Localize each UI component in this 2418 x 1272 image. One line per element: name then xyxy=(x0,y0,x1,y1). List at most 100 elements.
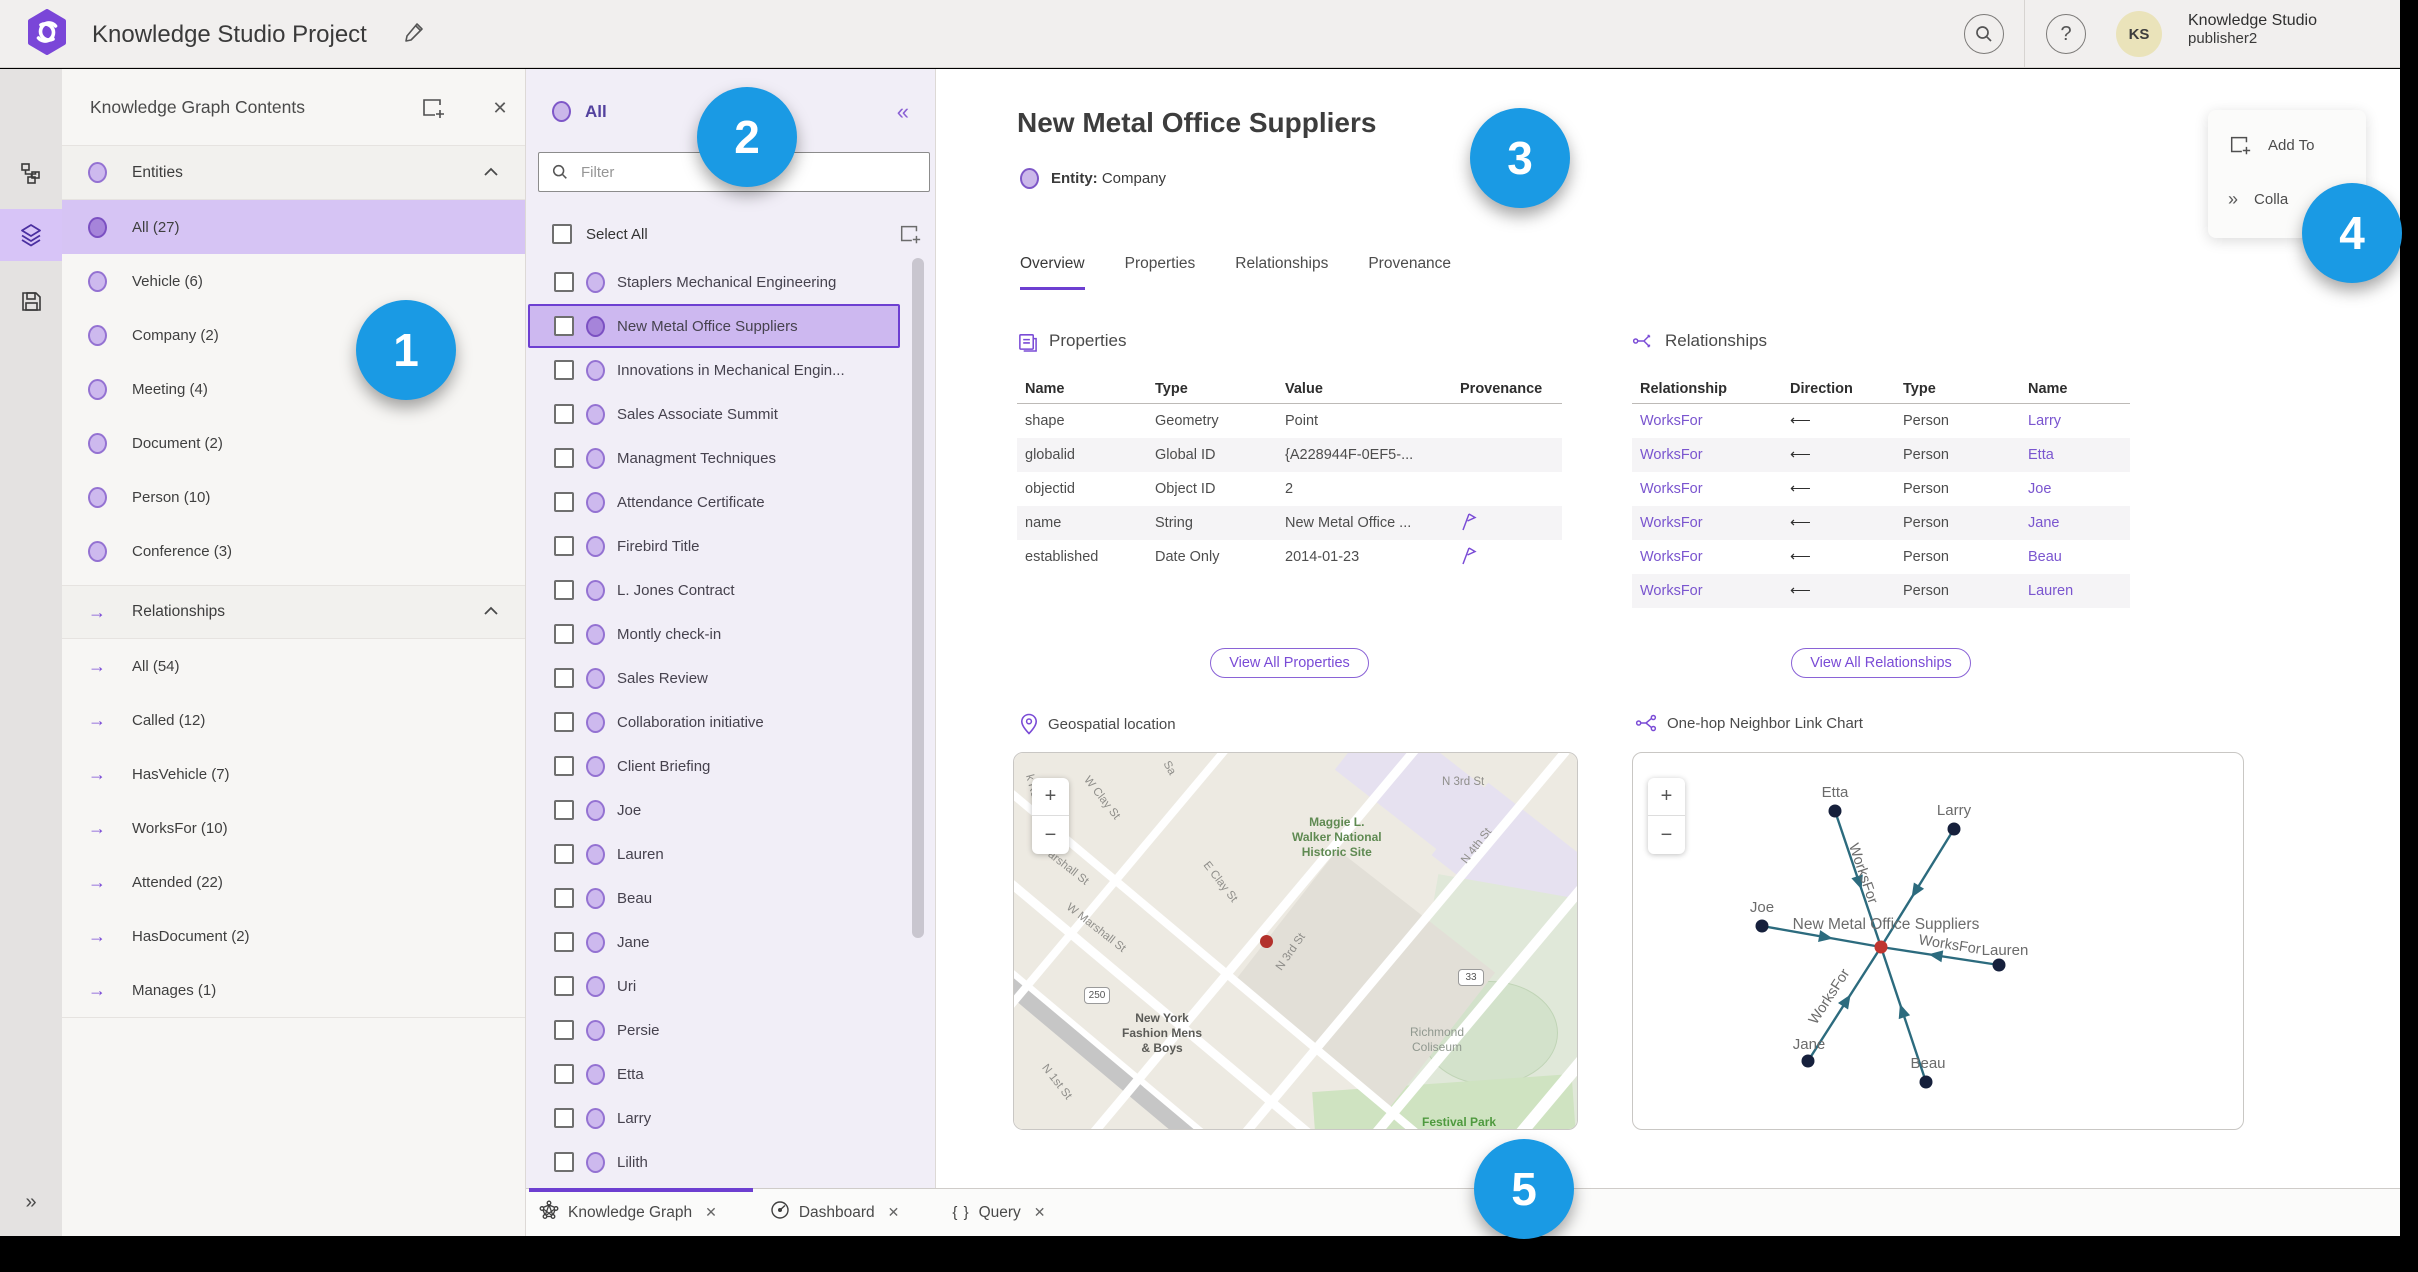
entity-list-item[interactable]: Staplers Mechanical Engineering xyxy=(528,260,900,304)
item-checkbox[interactable] xyxy=(554,580,574,600)
relationship-entity-link[interactable]: Joe xyxy=(2020,481,2130,497)
relationship-type-link[interactable]: WorksFor xyxy=(1632,481,1782,497)
relationship-type-link[interactable]: WorksFor xyxy=(1632,549,1782,565)
entities-group-header[interactable]: Entities xyxy=(62,146,525,200)
avatar[interactable]: KS xyxy=(2116,11,2162,57)
entity-list-item[interactable]: Jane xyxy=(528,920,900,964)
search-button[interactable] xyxy=(1964,14,2004,54)
property-provenance[interactable] xyxy=(1452,546,1562,569)
close-tab-icon[interactable]: ✕ xyxy=(705,1204,717,1221)
item-checkbox[interactable] xyxy=(554,316,574,336)
item-checkbox[interactable] xyxy=(554,536,574,556)
rail-item-contents[interactable] xyxy=(0,209,62,261)
entity-list-item[interactable]: Firebird Title xyxy=(528,524,900,568)
zoom-out-button[interactable]: − xyxy=(1648,816,1685,854)
entity-list-item[interactable]: Uri xyxy=(528,964,900,1008)
relationship-entity-link[interactable]: Beau xyxy=(2020,549,2130,565)
entities-list-item[interactable]: Meeting (4) xyxy=(62,362,525,416)
link-chart[interactable]: WorksFor WorksFor WorksFor Etta Larry Joe Laur… xyxy=(1632,752,2244,1130)
entities-list-item[interactable]: Conference (3) xyxy=(62,524,525,578)
rail-item-model[interactable] xyxy=(0,147,62,199)
help-button[interactable]: ? xyxy=(2046,14,2086,54)
item-checkbox[interactable] xyxy=(554,668,574,688)
graph-node[interactable] xyxy=(1801,1054,1815,1068)
item-checkbox[interactable] xyxy=(554,712,574,732)
geospatial-map[interactable]: k RdW Clay StSaarshall StW Marshall StE … xyxy=(1013,752,1578,1130)
entity-list-item[interactable]: L. Jones Contract xyxy=(528,568,900,612)
rail-item-save[interactable] xyxy=(0,275,62,327)
entity-list-item[interactable]: Managment Techniques xyxy=(528,436,900,480)
item-checkbox[interactable] xyxy=(554,360,574,380)
entity-list-item[interactable]: Larry xyxy=(528,1096,900,1140)
map-canvas[interactable]: k RdW Clay StSaarshall StW Marshall StE … xyxy=(1014,753,1577,1129)
graph-node[interactable] xyxy=(1919,1075,1933,1089)
item-checkbox[interactable] xyxy=(554,1108,574,1128)
relationships-list-item[interactable]: → WorksFor (10) xyxy=(62,801,525,855)
entity-list-item[interactable]: Etta xyxy=(528,1052,900,1096)
zoom-out-button[interactable]: − xyxy=(1032,816,1069,854)
entity-list-item[interactable]: New Metal Office Suppliers xyxy=(528,304,900,348)
view-all-relationships-button[interactable]: View All Relationships xyxy=(1791,648,1971,678)
item-checkbox[interactable] xyxy=(554,448,574,468)
graph-node[interactable] xyxy=(1947,822,1961,836)
entities-list-item[interactable]: Vehicle (6) xyxy=(62,254,525,308)
detail-tab-overview[interactable]: Overview xyxy=(1020,255,1085,290)
relationship-entity-link[interactable]: Jane xyxy=(2020,515,2130,531)
property-provenance[interactable] xyxy=(1452,512,1562,535)
entity-list-item[interactable]: Montly check-in xyxy=(528,612,900,656)
relationships-list-item[interactable]: → All (54) xyxy=(62,639,525,693)
workspace-tab-dashboard[interactable]: Dashboard ✕ xyxy=(770,1200,899,1225)
entity-list-item[interactable]: Attendance Certificate xyxy=(528,480,900,524)
entity-list-item[interactable]: Joe xyxy=(528,788,900,832)
detail-tab-properties[interactable]: Properties xyxy=(1125,255,1196,290)
relationships-list-item[interactable]: → HasVehicle (7) xyxy=(62,747,525,801)
item-checkbox[interactable] xyxy=(554,624,574,644)
popup-item-add-to[interactable]: Add To xyxy=(2228,130,2366,160)
relationship-entity-link[interactable]: Lauren xyxy=(2020,583,2130,599)
relationship-type-link[interactable]: WorksFor xyxy=(1632,413,1782,429)
item-checkbox[interactable] xyxy=(554,976,574,996)
relationship-type-link[interactable]: WorksFor xyxy=(1632,447,1782,463)
detail-tab-provenance[interactable]: Provenance xyxy=(1368,255,1451,290)
entity-list-item[interactable]: Client Briefing xyxy=(528,744,900,788)
expand-rail-button[interactable]: » xyxy=(0,1191,62,1214)
vertical-scrollbar[interactable] xyxy=(912,258,924,1010)
entity-list-item[interactable]: Lauren xyxy=(528,832,900,876)
relationship-type-link[interactable]: WorksFor xyxy=(1632,583,1782,599)
close-panel-button[interactable]: ✕ xyxy=(486,94,514,122)
entity-list-item[interactable]: Persie xyxy=(528,1008,900,1052)
add-to-new-button[interactable] xyxy=(420,95,446,126)
relationship-entity-link[interactable]: Etta xyxy=(2020,447,2130,463)
add-box-icon[interactable] xyxy=(898,222,922,246)
entity-list-item[interactable]: Lilith xyxy=(528,1140,900,1184)
relationships-list-item[interactable]: → HasDocument (2) xyxy=(62,909,525,963)
item-checkbox[interactable] xyxy=(554,932,574,952)
collapse-panel-button[interactable]: « xyxy=(897,99,909,125)
entities-list-item[interactable]: All (27) xyxy=(62,200,525,254)
close-tab-icon[interactable]: ✕ xyxy=(1034,1204,1046,1221)
item-checkbox[interactable] xyxy=(554,888,574,908)
relationship-type-link[interactable]: WorksFor xyxy=(1632,515,1782,531)
entity-list-item[interactable]: Sales Associate Summit xyxy=(528,392,900,436)
item-checkbox[interactable] xyxy=(554,492,574,512)
view-all-properties-button[interactable]: View All Properties xyxy=(1210,648,1369,678)
item-checkbox[interactable] xyxy=(554,756,574,776)
graph-node[interactable] xyxy=(1755,919,1769,933)
item-checkbox[interactable] xyxy=(554,1064,574,1084)
relationships-list-item[interactable]: → Attended (22) xyxy=(62,855,525,909)
item-checkbox[interactable] xyxy=(554,1152,574,1172)
item-checkbox[interactable] xyxy=(554,404,574,424)
user-info[interactable]: Knowledge Studio publisher2 xyxy=(2188,11,2317,48)
scrollbar-thumb[interactable] xyxy=(912,258,924,938)
entities-list-item[interactable]: Document (2) xyxy=(62,416,525,470)
workspace-tab-query[interactable]: { } Query ✕ xyxy=(952,1204,1045,1222)
entity-list-item[interactable]: Collaboration initiative xyxy=(528,700,900,744)
relationship-entity-link[interactable]: Larry xyxy=(2020,413,2130,429)
entity-list-item[interactable]: Innovations in Mechanical Engin... xyxy=(528,348,900,392)
item-checkbox[interactable] xyxy=(554,800,574,820)
relationships-list-item[interactable]: → Called (12) xyxy=(62,693,525,747)
link-chart-canvas[interactable]: WorksForWorksForWorksForEttaLarryJoeLaur… xyxy=(1633,753,2244,1130)
entity-list-item[interactable]: Sales Review xyxy=(528,656,900,700)
relationships-list-item[interactable]: → Manages (1) xyxy=(62,963,525,1017)
workspace-tab-knowledge-graph[interactable]: Knowledge Graph ✕ xyxy=(539,1200,717,1225)
